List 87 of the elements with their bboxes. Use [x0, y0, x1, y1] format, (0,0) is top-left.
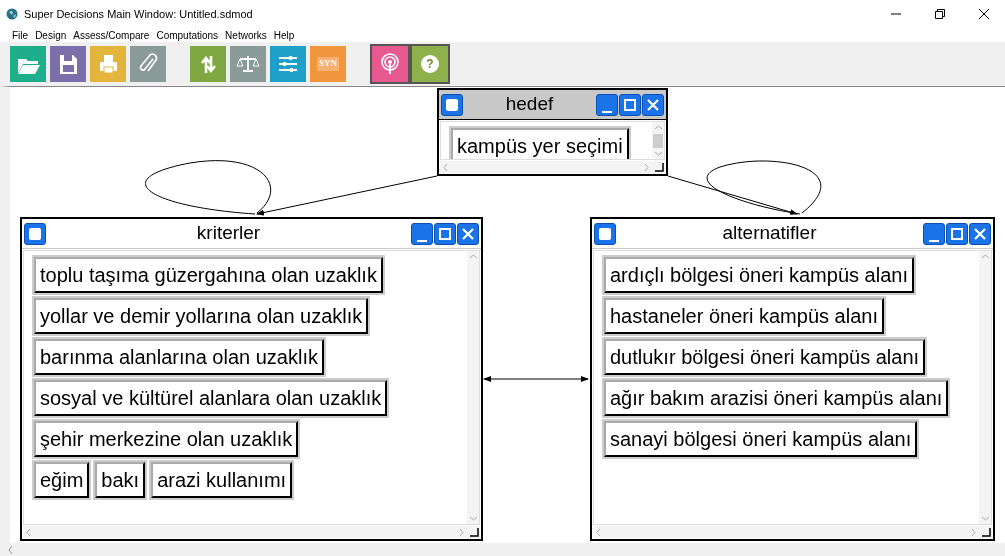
cluster-title: kriterler	[195, 221, 262, 246]
horizontal-scrollbar[interactable]	[440, 161, 665, 173]
resize-grip-icon[interactable]	[470, 527, 479, 537]
square-icon	[598, 226, 612, 241]
app-icon	[6, 8, 18, 20]
close-icon[interactable]	[979, 9, 989, 19]
scroll-up-icon[interactable]	[654, 125, 662, 130]
scroll-right-icon[interactable]	[459, 528, 464, 536]
toolbar-button[interactable]	[10, 46, 46, 82]
cluster-menu-button[interactable]	[594, 222, 616, 245]
horizontal-scrollbar[interactable]	[0, 543, 1005, 556]
node-button[interactable]: ağır bakım arazisi öneri kampüs alanı	[604, 380, 949, 416]
vertical-scrollbar[interactable]	[467, 251, 479, 524]
toolbar-button[interactable]	[50, 46, 86, 82]
menu-item[interactable]: Design	[35, 27, 67, 43]
minimize-icon	[602, 110, 612, 113]
node-button[interactable]: ardıçlı bölgesi öneri kampüs alanı	[604, 257, 914, 293]
menu-item[interactable]: Computations	[156, 27, 219, 43]
node-button[interactable]: sosyal ve kültürel alanlara olan uzaklık	[34, 380, 388, 416]
node-button[interactable]: bakı	[95, 462, 146, 498]
minimize-button[interactable]	[596, 93, 618, 116]
toolbar-button[interactable]	[270, 46, 306, 82]
minimize-button[interactable]	[923, 222, 945, 245]
horizontal-scrollbar[interactable]	[23, 526, 480, 538]
toolbar-button[interactable]	[190, 46, 226, 82]
minimize-button[interactable]	[411, 222, 433, 245]
node-button[interactable]: toplu taşıma güzergahına olan uzaklık	[34, 257, 383, 293]
menu-item[interactable]: Assess/Compare	[73, 27, 150, 43]
toolbar-button[interactable]	[90, 46, 126, 82]
node-button[interactable]: kampüs yer seçimi	[451, 128, 629, 159]
node-button[interactable]: hastaneler öneri kampüs alanı	[604, 298, 884, 334]
node-button[interactable]: eğim	[34, 462, 90, 498]
close-icon	[462, 227, 474, 240]
maximize-icon	[438, 226, 452, 241]
square-icon	[445, 97, 459, 112]
cluster-window[interactable]: alternatifler ardıçlı bölgesi öneri kampüs alanı hastaneler öneri kampüs alanı dutlukır bölgesi öneri kampüs alanı ağır bakım arazisi öneri kampüs alanı sanayi bölgesi öneri kampüs alanı	[590, 217, 995, 541]
minimize-icon	[417, 239, 427, 242]
maximize-icon	[950, 226, 964, 241]
minimize-icon	[929, 239, 939, 242]
square-icon	[28, 226, 42, 241]
scroll-right-icon[interactable]	[971, 528, 976, 536]
node-button[interactable]: şehir merkezine olan uzaklık	[34, 421, 299, 457]
node-button[interactable]: sanayi bölgesi öneri kampüs alanı	[604, 421, 918, 457]
vertical-scrollbar[interactable]	[652, 122, 664, 159]
scroll-up-icon[interactable]	[469, 254, 477, 259]
close-icon	[974, 227, 986, 240]
scroll-down-icon[interactable]	[981, 516, 989, 521]
scroll-left-icon[interactable]	[596, 528, 601, 536]
cluster-window[interactable]	[20, 217, 483, 541]
toolbar-button[interactable]	[372, 46, 408, 82]
scroll-up-icon[interactable]	[981, 254, 989, 259]
toolbar-button[interactable]	[130, 46, 166, 82]
cluster-menu-button[interactable]	[441, 93, 463, 116]
cluster-menu-button[interactable]	[24, 222, 46, 245]
resize-grip-icon[interactable]	[655, 162, 664, 172]
menu-item[interactable]: Help	[273, 27, 295, 43]
close-button[interactable]	[642, 93, 664, 116]
scroll-left-icon[interactable]	[443, 163, 448, 171]
maximize-icon	[623, 97, 637, 112]
maximize-button[interactable]	[946, 222, 968, 245]
node-button[interactable]: dutlukır bölgesi öneri kampüs alanı	[604, 339, 926, 375]
scroll-thumb[interactable]	[653, 133, 663, 148]
menu-item[interactable]: Networks	[225, 27, 267, 43]
scroll-down-icon[interactable]	[469, 516, 477, 521]
vertical-scrollbar[interactable]	[979, 251, 991, 524]
scroll-right-icon[interactable]	[644, 163, 649, 171]
node-button[interactable]: yollar ve demir yollarına olan uzaklık	[34, 298, 369, 334]
maximize-button[interactable]	[619, 93, 641, 116]
maximize-button[interactable]	[434, 222, 456, 245]
node-button[interactable]: arazi kullanımı	[151, 462, 293, 498]
close-icon	[647, 98, 659, 111]
toolbar-button[interactable]: ?	[412, 46, 448, 82]
scroll-down-icon[interactable]	[654, 151, 662, 156]
cluster-window[interactable]: hedef kampüs yer seçimi	[437, 88, 668, 176]
scroll-left-icon[interactable]	[26, 528, 31, 536]
cluster-title: alternatifler	[721, 221, 818, 246]
cluster-title: hedef	[504, 92, 555, 117]
resize-grip-icon[interactable]	[982, 527, 991, 537]
horizontal-scrollbar[interactable]	[593, 526, 992, 538]
menu-item[interactable]: File	[12, 27, 29, 43]
window-title: Super Decisions Main Window: Untitled.sdmod	[24, 6, 253, 22]
scroll-left-icon[interactable]	[8, 545, 13, 554]
node-button[interactable]: barınma alanlarına olan uzaklık	[34, 339, 324, 375]
close-button[interactable]	[457, 222, 479, 245]
toolbar-button[interactable]	[230, 46, 266, 82]
close-button[interactable]	[969, 222, 991, 245]
restore-icon[interactable]	[935, 9, 945, 19]
